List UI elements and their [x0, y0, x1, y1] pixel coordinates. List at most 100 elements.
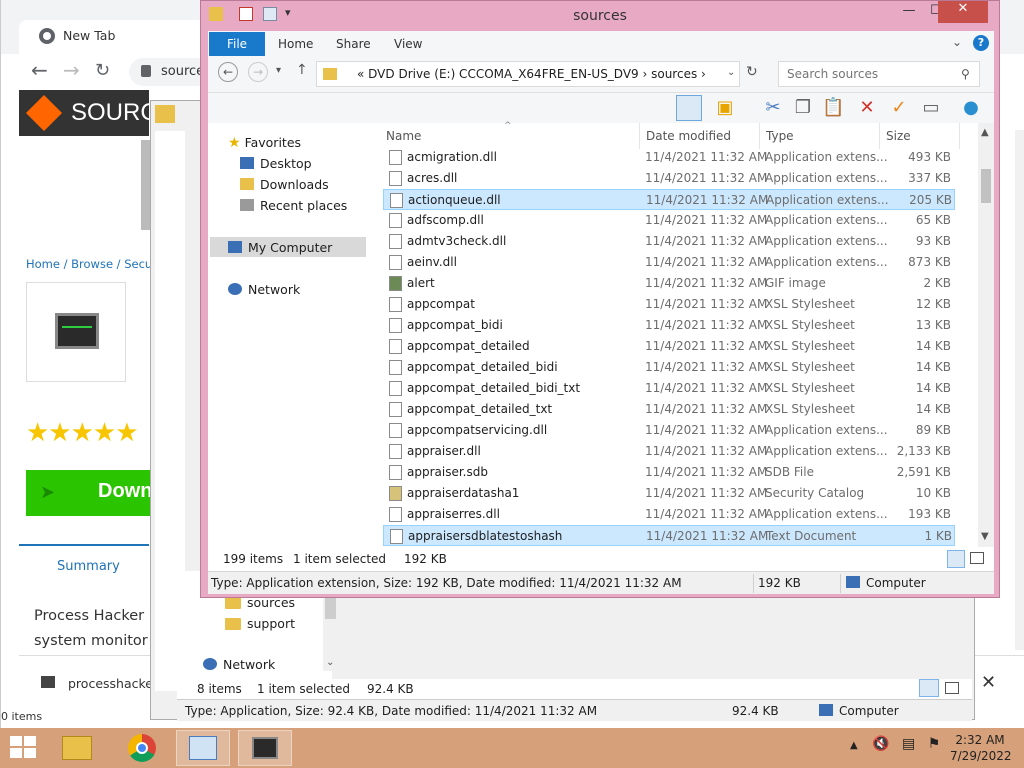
xsl-file-icon	[389, 339, 402, 354]
file-row[interactable]: appraiserdatasha1 11/4/2021 11:32 AM Secur…	[383, 483, 955, 504]
nav-item-network[interactable]: Network	[228, 282, 300, 297]
nav-item-desktop[interactable]: Desktop	[240, 156, 312, 171]
folder-icon	[323, 68, 337, 80]
chevron-up-icon[interactable]: ▲	[850, 740, 858, 751]
close-icon[interactable]: ✕	[981, 672, 996, 693]
tab-share[interactable]: Share	[336, 37, 371, 51]
browser-tab[interactable]: New Tab	[19, 20, 209, 54]
search-input[interactable]	[779, 62, 959, 86]
tab-summary[interactable]: Summary	[57, 559, 120, 574]
checkmark-icon[interactable]: ✓	[888, 97, 910, 119]
forward-arrow-icon[interactable]: →	[63, 58, 80, 82]
globe-icon[interactable]: ●	[960, 97, 982, 119]
file-row[interactable]: appraisersdblatestoshash 11/4/2021 11:32 …	[383, 525, 955, 546]
large-icons-view-icon[interactable]	[970, 552, 984, 564]
reload-icon[interactable]: ↻	[95, 60, 110, 81]
scroll-thumb[interactable]	[981, 169, 991, 203]
tab-home[interactable]: Home	[278, 37, 313, 51]
taskbar-process-hacker[interactable]	[238, 730, 292, 766]
vertical-scrollbar[interactable]: ▲ ▼	[978, 123, 994, 547]
address-text: source	[161, 64, 205, 79]
file-row[interactable]: acmigration.dll 11/4/2021 11:32 AM Applica…	[383, 147, 955, 168]
title-bar[interactable]: ▾ sources — ☐ ✕	[201, 1, 999, 31]
column-size[interactable]: Size	[886, 129, 911, 143]
refresh-icon[interactable]: ↻	[746, 64, 758, 80]
file-size: 2 KB	[923, 276, 951, 290]
rename-icon[interactable]: ▭	[920, 97, 942, 119]
file-row[interactable]: appcompat_detailed_bidi 11/4/2021 11:32 A…	[383, 357, 955, 378]
clock[interactable]: 2:32 AM 7/29/2022	[950, 732, 1012, 764]
search-icon[interactable]: ⚲	[961, 67, 970, 81]
file-row[interactable]: appcompat_detailed 11/4/2021 11:32 AM XSL …	[383, 336, 955, 357]
file-row[interactable]: appcompat_bidi 11/4/2021 11:32 AM XSL Styl…	[383, 315, 955, 336]
nav-item-support[interactable]: support	[225, 616, 295, 631]
network-tray-icon[interactable]: ▤	[902, 736, 915, 752]
tab-file[interactable]: File	[209, 32, 265, 56]
recent-locations-icon[interactable]: ▾	[276, 65, 281, 76]
nav-item-downloads[interactable]: Downloads	[240, 177, 329, 192]
column-type[interactable]: Type	[766, 129, 794, 143]
nav-item-label: Network	[248, 282, 301, 297]
chevron-down-icon[interactable]: ⌄	[727, 67, 735, 78]
column-divider[interactable]	[879, 123, 880, 149]
search-box[interactable]: ⚲	[778, 61, 980, 87]
start-button[interactable]	[10, 736, 38, 760]
scroll-down-icon[interactable]: ▼	[981, 531, 989, 542]
column-divider[interactable]	[759, 123, 760, 149]
file-row[interactable]: actionqueue.dll 11/4/2021 11:32 AM Applica…	[383, 189, 955, 210]
file-row[interactable]: appcompatservicing.dll 11/4/2021 11:32 AM…	[383, 420, 955, 441]
paste-icon[interactable]: 📋	[822, 97, 844, 119]
cut-icon[interactable]: ✂	[762, 97, 784, 119]
breadcrumb[interactable]: Home / Browse / Securi	[26, 257, 160, 271]
chevron-down-icon[interactable]: ⌄	[326, 657, 334, 668]
large-icons-view-icon[interactable]	[945, 682, 959, 694]
nav-item-network[interactable]: Network	[203, 657, 275, 672]
file-rows: acmigration.dll 11/4/2021 11:32 AM Applica…	[380, 147, 976, 547]
file-row[interactable]: admtv3check.dll 11/4/2021 11:32 AM Applica…	[383, 231, 955, 252]
page-scrollbar[interactable]	[1015, 130, 1024, 650]
notification-flag-icon[interactable]: ⚑	[928, 736, 941, 752]
select-folder-icon[interactable]: ▣	[714, 97, 736, 119]
back-icon[interactable]: ←	[218, 62, 238, 82]
taskbar-file-explorer[interactable]	[50, 730, 104, 766]
tab-underline	[19, 544, 149, 546]
delete-icon[interactable]: ✕	[856, 97, 878, 119]
file-date-modified: 11/4/2021 11:32 AM	[646, 529, 769, 543]
column-name[interactable]: Name	[386, 129, 421, 143]
back-arrow-icon[interactable]: ←	[31, 58, 48, 82]
file-row[interactable]: appcompat 11/4/2021 11:32 AM XSL Styleshee…	[383, 294, 955, 315]
file-row[interactable]: aeinv.dll 11/4/2021 11:32 AM Application e…	[383, 252, 955, 273]
preview-pane-icon[interactable]	[676, 95, 702, 121]
file-row[interactable]: acres.dll 11/4/2021 11:32 AM Application e…	[383, 168, 955, 189]
copy-icon[interactable]: ❐	[792, 97, 814, 119]
explorer-window[interactable]: ▾ sources — ☐ ✕ File Home Share View ⌄ ?…	[200, 0, 1000, 598]
details-view-icon[interactable]	[947, 550, 965, 568]
file-row[interactable]: appraiserres.dll 11/4/2021 11:32 AM Applic…	[383, 504, 955, 525]
download-button[interactable]: ➤ Down	[26, 470, 152, 516]
scroll-up-icon[interactable]: ▲	[981, 127, 989, 138]
taskbar-chrome[interactable]	[116, 730, 170, 766]
file-row[interactable]: appcompat_detailed_txt 11/4/2021 11:32 AM…	[383, 399, 955, 420]
file-row[interactable]: appraiser.dll 11/4/2021 11:32 AM Applicati…	[383, 441, 955, 462]
column-date-modified[interactable]: Date modified	[646, 129, 731, 143]
file-row[interactable]: appcompat_detailed_bidi_txt 11/4/2021 11:…	[383, 378, 955, 399]
column-divider[interactable]	[959, 123, 960, 149]
help-icon[interactable]: ?	[973, 35, 989, 51]
file-row[interactable]: adfscomp.dll 11/4/2021 11:32 AM Applicatio…	[383, 210, 955, 231]
volume-muted-icon[interactable]: 🔇	[872, 736, 889, 752]
nav-item-recent-places[interactable]: Recent places	[240, 198, 347, 213]
up-arrow-icon[interactable]: ↑	[296, 62, 308, 78]
details-view-icon[interactable]	[919, 679, 939, 697]
close-button[interactable]: ✕	[938, 1, 988, 23]
taskbar-control-panel[interactable]	[176, 730, 230, 766]
file-row[interactable]: appraiser.sdb 11/4/2021 11:32 AM SDB File 2…	[383, 462, 955, 483]
nav-item-my-computer[interactable]: My Computer	[228, 240, 332, 255]
address-bar[interactable]: « DVD Drive (E:) CCCOMA_X64FRE_EN-US_DV9…	[316, 61, 740, 87]
nav-item-favorites[interactable]: ★ Favorites	[228, 135, 301, 151]
expand-ribbon-icon[interactable]: ⌄	[952, 35, 962, 49]
tab-view[interactable]: View	[394, 37, 422, 51]
forward-icon[interactable]: →	[248, 62, 268, 82]
file-row[interactable]: alert 11/4/2021 11:32 AM GIF image 2 KB	[383, 273, 955, 294]
column-divider[interactable]	[639, 123, 640, 149]
download-item[interactable]: processhacker	[68, 676, 158, 691]
